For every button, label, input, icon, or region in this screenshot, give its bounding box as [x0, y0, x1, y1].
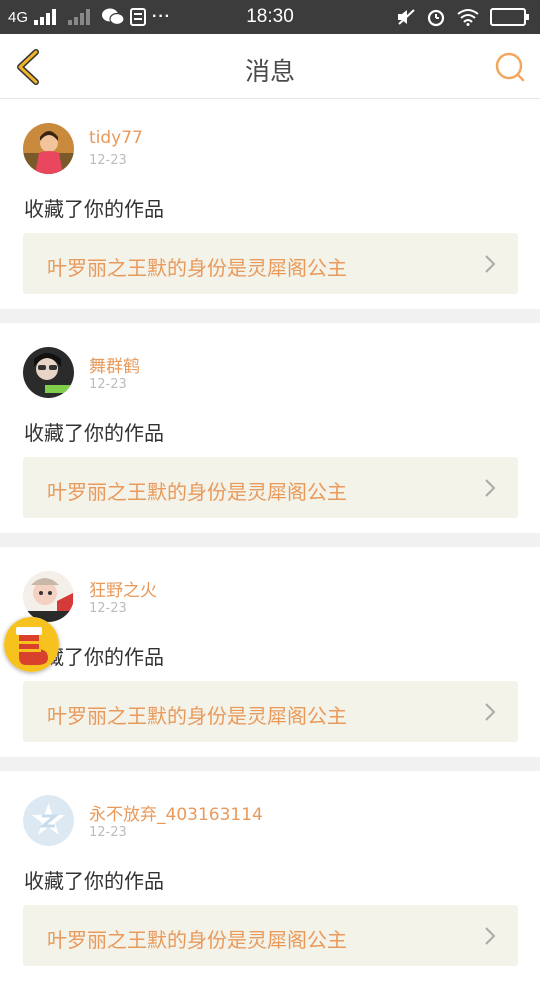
- work-link[interactable]: 叶罗丽之王默的身份是灵犀阁公主: [23, 233, 518, 294]
- alarm-icon: [427, 9, 445, 27]
- notification-card: 永不放弃_403163114 12-23 收藏了你的作品 叶罗丽之王默的身份是灵…: [0, 771, 540, 981]
- work-link[interactable]: 叶罗丽之王默的身份是灵犀阁公主: [23, 905, 518, 966]
- status-bar: 4G ··· 18:30: [0, 0, 540, 34]
- username[interactable]: 舞群鹤: [89, 352, 140, 377]
- timestamp: 12-23: [89, 377, 127, 392]
- top-nav-bar: 消息: [0, 34, 540, 99]
- username[interactable]: tidy77: [89, 128, 143, 148]
- work-link[interactable]: 叶罗丽之王默的身份是灵犀阁公主: [23, 681, 518, 742]
- page-title: 消息: [244, 57, 295, 86]
- avatar[interactable]: [23, 123, 74, 174]
- chevron-right-icon: [485, 479, 496, 497]
- mute-icon: [398, 9, 415, 25]
- chevron-right-icon: [485, 703, 496, 721]
- notification-list: tidy77 12-23 收藏了你的作品 叶罗丽之王默的身份是灵犀阁公主 舞群鹤…: [0, 99, 540, 981]
- status-right: [396, 7, 530, 27]
- stocking-icon: [4, 617, 59, 672]
- notification-text: 收藏了你的作品: [24, 197, 164, 221]
- work-title: 叶罗丽之王默的身份是灵犀阁公主: [47, 928, 347, 952]
- notification-text: 收藏了你的作品: [24, 421, 164, 445]
- timestamp: 12-23: [89, 825, 127, 840]
- work-title: 叶罗丽之王默的身份是灵犀阁公主: [47, 480, 347, 504]
- chevron-right-icon: [485, 927, 496, 945]
- battery-icon: [490, 8, 529, 26]
- work-title: 叶罗丽之王默的身份是灵犀阁公主: [47, 256, 347, 280]
- notification-card: tidy77 12-23 收藏了你的作品 叶罗丽之王默的身份是灵犀阁公主: [0, 99, 540, 309]
- notification-card: 舞群鹤 12-23 收藏了你的作品 叶罗丽之王默的身份是灵犀阁公主: [0, 323, 540, 533]
- notification-card: 狂野之火 12-23 收藏了你的作品 叶罗丽之王默的身份是灵犀阁公主: [0, 547, 540, 757]
- timestamp: 12-23: [89, 153, 127, 168]
- timestamp: 12-23: [89, 601, 127, 616]
- avatar[interactable]: [23, 347, 74, 398]
- notification-text: 收藏了你的作品: [24, 869, 164, 893]
- search-icon[interactable]: [494, 51, 526, 83]
- work-title: 叶罗丽之王默的身份是灵犀阁公主: [47, 704, 347, 728]
- wifi-icon: [457, 9, 479, 26]
- work-link[interactable]: 叶罗丽之王默的身份是灵犀阁公主: [23, 457, 518, 518]
- default-avatar-icon[interactable]: [23, 795, 74, 846]
- floating-stocking-button[interactable]: [4, 617, 59, 672]
- avatar[interactable]: [23, 571, 74, 622]
- username[interactable]: 狂野之火: [89, 576, 157, 601]
- username[interactable]: 永不放弃_403163114: [89, 800, 263, 825]
- chevron-right-icon: [485, 255, 496, 273]
